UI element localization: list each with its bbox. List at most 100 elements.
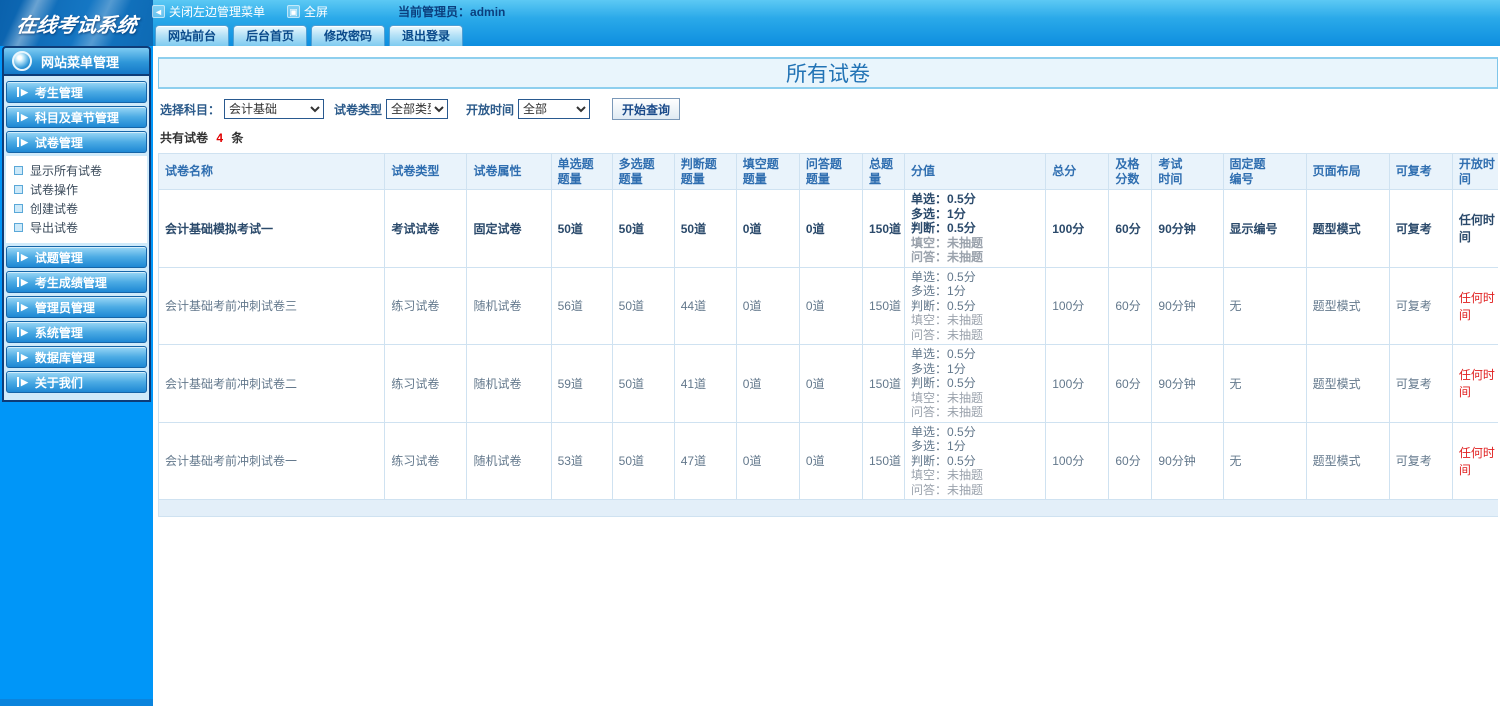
cell-pass-score: 60分 bbox=[1108, 421, 1153, 500]
sidebar-subitem[interactable]: 显示所有试卷 bbox=[6, 161, 147, 180]
column-header: 填空题 题量 bbox=[735, 153, 800, 190]
cell-multi: 50道 bbox=[611, 189, 675, 268]
column-header: 开放时间 bbox=[1451, 153, 1498, 190]
score-line: 填空：未抽题 bbox=[911, 235, 984, 250]
column-header: 多选题 题量 bbox=[611, 153, 675, 190]
sidebar-group-label: 试卷管理 bbox=[34, 135, 83, 150]
score-line: 判断：0.5分 bbox=[911, 376, 976, 390]
sidebar-group-label: 试题管理 bbox=[34, 250, 83, 265]
score-line: 多选：1分 bbox=[911, 439, 966, 453]
close-left-menu-link[interactable]: ◄ 关闭左边管理菜单 bbox=[152, 3, 265, 20]
result-count: 共有试卷 4 条 bbox=[160, 129, 1498, 146]
cell-single: 56道 bbox=[550, 266, 613, 345]
column-header: 固定题 编号 bbox=[1222, 153, 1307, 190]
sidebar-group-button[interactable]: ▶ 关于我们 bbox=[6, 371, 147, 393]
column-header: 总题量 bbox=[861, 153, 906, 190]
sidebar-subitem[interactable]: 导出试卷 bbox=[6, 218, 147, 237]
collapse-left-icon: ◄ bbox=[152, 4, 165, 18]
top-links: ◄ 关闭左边管理菜单 ▣ 全屏 当前管理员：admin bbox=[152, 3, 505, 20]
cell-open-time: 任何时间 bbox=[1451, 189, 1498, 268]
score-line: 单选：0.5分 bbox=[911, 192, 976, 206]
score-line: 问答：未抽题 bbox=[911, 250, 984, 264]
cell-fixed-no: 无 bbox=[1222, 266, 1307, 345]
sidebar-group-button[interactable]: ▶ 数据库管理 bbox=[6, 346, 147, 368]
top-tab[interactable]: 网站前台 bbox=[155, 25, 230, 46]
cell-layout: 题型模式 bbox=[1305, 421, 1390, 500]
page-title-bar: 所有试卷 bbox=[158, 57, 1498, 89]
sidebar-header-label: 网站菜单管理 bbox=[41, 54, 120, 70]
search-button[interactable]: 开始查询 bbox=[612, 98, 681, 120]
cell-qa: 0道 bbox=[798, 344, 863, 423]
cell-layout: 题型模式 bbox=[1305, 266, 1390, 345]
cell-qa: 0道 bbox=[798, 189, 863, 268]
sidebar-group-label: 管理员管理 bbox=[34, 300, 95, 315]
sidebar-subitem[interactable]: 创建试卷 bbox=[6, 199, 147, 218]
score-line: 判断：0.5分 bbox=[911, 453, 976, 468]
play-icon: ▶ bbox=[17, 377, 28, 387]
cell-blank: 0道 bbox=[735, 421, 800, 500]
top-tabs: 网站前台 后台首页 修改密码 退出登录 bbox=[155, 25, 464, 46]
top-tab[interactable]: 修改密码 bbox=[311, 25, 386, 46]
column-header: 问答题 题量 bbox=[798, 153, 863, 190]
sidebar-group-button[interactable]: ▶ 考生成绩管理 bbox=[6, 271, 147, 293]
top-tab[interactable]: 退出登录 bbox=[389, 25, 464, 46]
score-line: 单选：0.5分 bbox=[911, 347, 976, 361]
column-header: 总分 bbox=[1045, 153, 1110, 190]
cell-type: 考试试卷 bbox=[384, 189, 468, 268]
sidebar-group-button[interactable]: ▶ 系统管理 bbox=[6, 321, 147, 343]
subject-select[interactable]: 会计基础 bbox=[224, 99, 325, 119]
filter-bar: 选择科目： 会计基础 试卷类型 全部类型 开放时间 全部 开始查询 bbox=[160, 98, 1498, 120]
top-tab[interactable]: 后台首页 bbox=[233, 25, 308, 46]
open-time-select[interactable]: 全部 bbox=[518, 99, 591, 119]
sidebar-group-label: 考生管理 bbox=[34, 85, 83, 100]
cell-judge: 41道 bbox=[673, 344, 737, 423]
cell-pass-score: 60分 bbox=[1108, 266, 1153, 345]
table-row: 会计基础考前冲刺试卷二 练习试卷 随机试卷 59道 50道 41道 0道 0道 150道 单选：0… bbox=[158, 344, 1498, 423]
column-header: 判断题 题量 bbox=[673, 153, 737, 190]
score-line: 单选：0.5分 bbox=[911, 424, 976, 439]
sidebar-group-button[interactable]: ▶ 考生管理 bbox=[6, 81, 147, 103]
sidebar-subitem-label: 导出试卷 bbox=[30, 221, 79, 235]
sidebar: 网站菜单管理 ▶ 考生管理 ▶ 科目及章节管理 ▶ 试卷管理 显示所有试卷 试卷操作 创建试卷导… bbox=[0, 46, 153, 706]
column-header: 页面布局 bbox=[1305, 153, 1390, 190]
column-header: 试卷类型 bbox=[384, 153, 468, 190]
sidebar-group-button[interactable]: ▶ 管理员管理 bbox=[6, 296, 147, 318]
sidebar-group-button[interactable]: ▶ 科目及章节管理 bbox=[6, 106, 147, 128]
play-icon: ▶ bbox=[17, 87, 28, 97]
cell-judge: 50道 bbox=[673, 189, 737, 268]
column-header: 考试 时间 bbox=[1151, 153, 1224, 190]
sidebar-group-label: 考生成绩管理 bbox=[34, 275, 107, 290]
cell-exam-time: 90分钟 bbox=[1151, 421, 1224, 500]
subject-filter-label: 选择科目： bbox=[160, 102, 221, 117]
sidebar-subitem[interactable]: 试卷操作 bbox=[6, 180, 147, 199]
cell-total-score: 100分 bbox=[1045, 344, 1110, 423]
cell-name: 会计基础考前冲刺试卷一 bbox=[158, 421, 386, 500]
sidebar-group-label: 数据库管理 bbox=[34, 350, 95, 365]
cell-single: 50道 bbox=[550, 189, 613, 268]
sidebar-subitem-label: 显示所有试卷 bbox=[30, 164, 103, 178]
cell-judge: 47道 bbox=[673, 421, 737, 500]
app-logo: 在线考试系统 bbox=[0, 0, 153, 46]
sidebar-group-button[interactable]: ▶ 试卷管理 bbox=[6, 131, 147, 153]
cell-recheck: 可复考 bbox=[1388, 189, 1453, 268]
cell-open-time: 任何时间 bbox=[1451, 266, 1498, 345]
page-body: 网站菜单管理 ▶ 考生管理 ▶ 科目及章节管理 ▶ 试卷管理 显示所有试卷 试卷操作 创建试卷导… bbox=[0, 46, 1500, 706]
result-count-prefix: 共有试卷 bbox=[160, 131, 209, 145]
paper-type-select[interactable]: 全部类型 bbox=[386, 99, 449, 119]
bullet-icon bbox=[14, 185, 23, 194]
score-line: 问答：未抽题 bbox=[911, 327, 984, 342]
column-header: 试卷名称 bbox=[158, 153, 386, 190]
cell-attr: 固定试卷 bbox=[466, 189, 552, 268]
papers-table: 试卷名称 试卷类型 试卷属性 单选题 题量 多选题 题量 判断题 题量 填空题 题量 问答题 … bbox=[158, 153, 1498, 517]
cell-total: 150道 bbox=[861, 266, 906, 345]
time-filter-label: 开放时间 bbox=[466, 102, 515, 117]
cell-total: 150道 bbox=[861, 344, 906, 423]
cell-exam-time: 90分钟 bbox=[1151, 344, 1224, 423]
cell-score: 单选：0.5分 多选：1分 判断：0.5分 填空：未抽题 问答：未抽题 bbox=[904, 421, 1047, 500]
cell-name: 会计基础考前冲刺试卷三 bbox=[158, 266, 386, 345]
table-row: 会计基础考前冲刺试卷一 练习试卷 随机试卷 53道 50道 47道 0道 0道 150道 单选：0… bbox=[158, 421, 1498, 500]
sidebar-group-button[interactable]: ▶ 试题管理 bbox=[6, 246, 147, 268]
cell-type: 练习试卷 bbox=[384, 344, 468, 423]
cell-fixed-no: 无 bbox=[1222, 421, 1307, 500]
fullscreen-link[interactable]: ▣ 全屏 bbox=[287, 3, 328, 20]
